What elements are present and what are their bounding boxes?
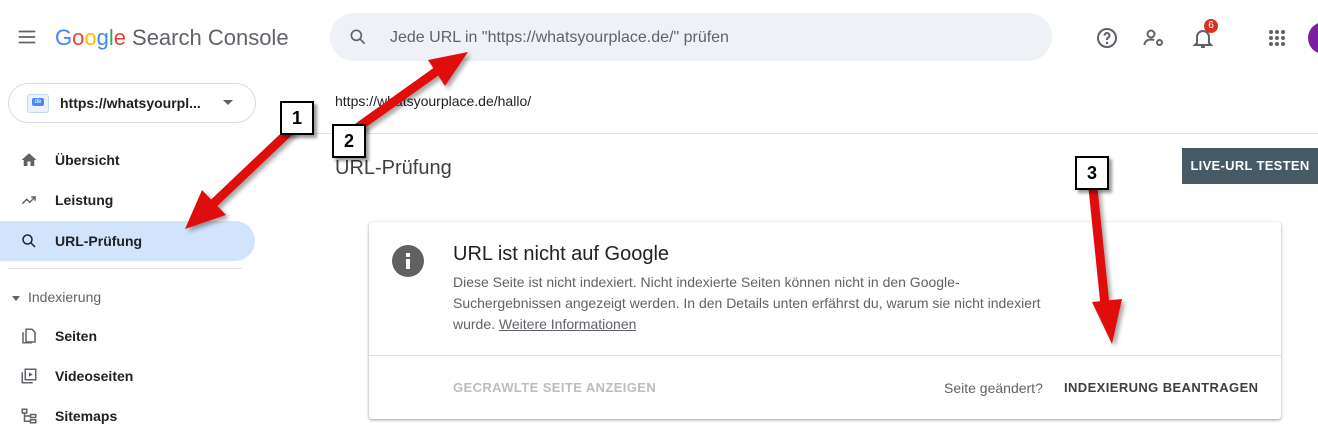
annotation-label-3: 3 — [1075, 156, 1109, 190]
top-app-bar: GoogleSearch Console 6 — [0, 0, 1318, 76]
sidebar-item-pages[interactable]: Seiten — [0, 316, 255, 356]
sidebar-divider — [8, 268, 242, 269]
sidebar-item-sitemaps[interactable]: Sitemaps — [0, 396, 255, 436]
home-icon — [21, 153, 37, 166]
logo-letter: G — [55, 25, 73, 50]
trending-up-icon — [21, 196, 36, 205]
info-icon — [392, 245, 424, 277]
header-divider — [316, 133, 1318, 134]
sidebar-item-label: Übersicht — [55, 152, 120, 168]
pages-icon — [22, 328, 36, 344]
annotation-label-1: 1 — [280, 101, 314, 135]
sidebar-item-label: Seiten — [55, 328, 98, 344]
index-status-card: URL ist nicht auf Google Diese Seite ist… — [369, 222, 1281, 419]
inspected-url: https://whatsyourplace.de/hallo/ — [335, 93, 532, 109]
notification-badge: 6 — [1204, 19, 1218, 33]
property-url: https://whatsyourpl... — [60, 95, 201, 111]
property-favicon-icon: de — [27, 94, 49, 113]
page-changed-label: Seite geändert? — [944, 380, 1043, 396]
product-name: Search Console — [132, 25, 289, 50]
sidebar-item-label: Leistung — [55, 192, 114, 208]
search-icon — [22, 234, 36, 248]
card-divider — [369, 355, 1281, 356]
test-live-url-button[interactable]: LIVE-URL TESTEN — [1182, 148, 1318, 184]
url-inspection-search[interactable] — [330, 13, 1052, 63]
logo-letter: e — [113, 25, 127, 50]
page-title: URL-Prüfung — [335, 157, 452, 179]
sidebar-item-url-inspection[interactable]: URL-Prüfung — [0, 221, 255, 261]
more-info-link[interactable]: Weitere Informationen — [499, 316, 636, 332]
help-icon[interactable] — [1095, 26, 1119, 50]
view-crawled-page-button[interactable]: GECRAWLTE SEITE ANZEIGEN — [453, 380, 656, 395]
logo-letter: o — [72, 25, 85, 50]
sidebar-item-label: Sitemaps — [55, 408, 118, 424]
search-input[interactable] — [388, 13, 1032, 63]
collapse-triangle-icon — [12, 295, 20, 301]
sidebar-item-label: URL-Prüfung — [55, 233, 143, 249]
apps-grid-icon[interactable] — [1265, 26, 1289, 50]
app-logo[interactable]: Google Search Console — [55, 25, 289, 51]
request-indexing-button[interactable]: INDEXIERUNG BEANTRAGEN — [1064, 380, 1258, 395]
video-pages-icon — [21, 368, 37, 384]
manage-users-icon[interactable] — [1142, 26, 1166, 50]
status-title: URL ist nicht auf Google — [453, 243, 670, 265]
sidebar-item-performance[interactable]: Leistung — [0, 180, 255, 220]
sidebar-item-label: Videoseiten — [55, 368, 134, 384]
logo-letter: g — [96, 25, 109, 50]
sitemap-icon — [21, 408, 37, 424]
sidebar-section-indexing[interactable]: Indexierung — [12, 289, 101, 305]
search-icon — [350, 29, 366, 45]
property-selector[interactable]: de https://whatsyourpl... — [8, 83, 256, 123]
status-description: Diese Seite ist nicht indexiert. Nicht i… — [453, 272, 1043, 335]
section-label: Indexierung — [28, 289, 102, 305]
menu-icon[interactable] — [16, 26, 38, 48]
sidebar-item-overview[interactable]: Übersicht — [0, 140, 255, 180]
annotation-label-2: 2 — [332, 124, 366, 158]
logo-letter: o — [84, 25, 97, 50]
chevron-down-icon — [223, 100, 233, 105]
sidebar-item-video-pages[interactable]: Videoseiten — [0, 356, 255, 396]
account-avatar[interactable] — [1308, 22, 1318, 54]
favicon-text: de — [32, 98, 44, 106]
